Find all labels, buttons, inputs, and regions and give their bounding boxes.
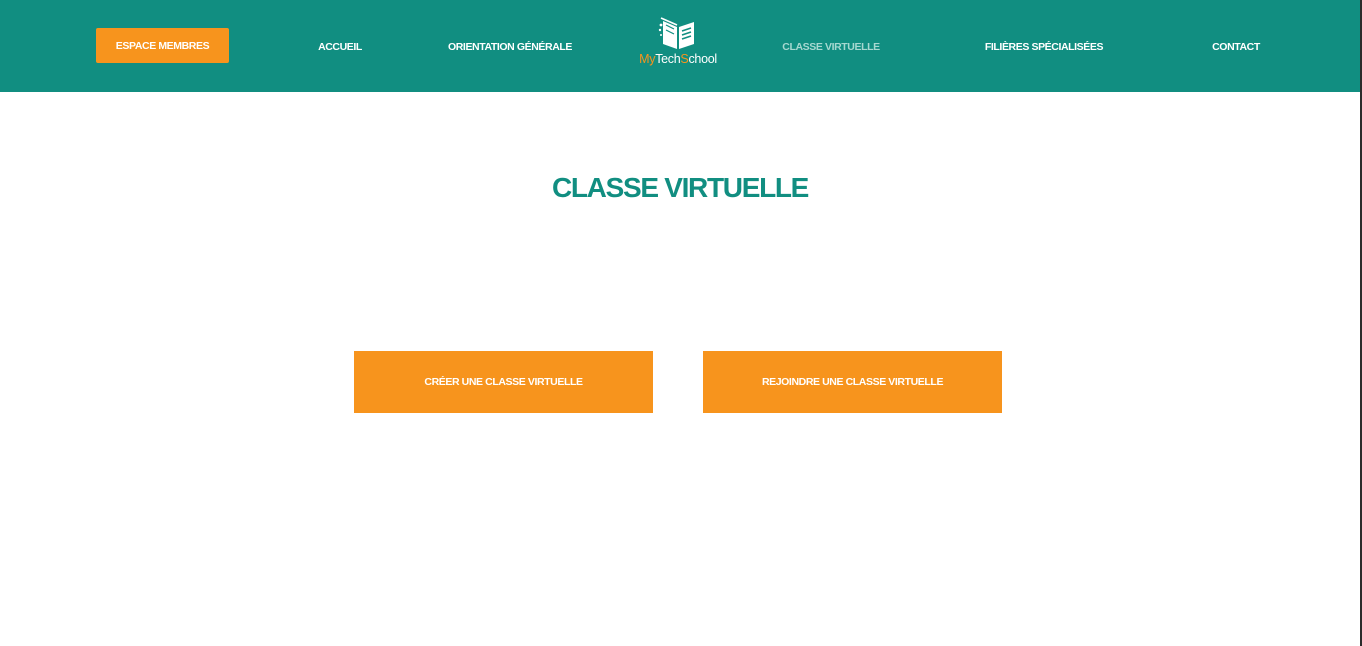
create-virtual-class-button[interactable]: CRÉER UNE CLASSE VIRTUELLE [354,351,653,413]
nav-link-specialized[interactable]: FILIÈRES SPÉCIALISÉES [985,40,1104,54]
nav-link-orientation[interactable]: ORIENTATION GÉNÉRALE [448,40,572,54]
logo-text-tech: Tech [655,52,681,66]
nav-link-home[interactable]: ACCUEIL [318,40,362,54]
members-area-button[interactable]: ESPACE MEMBRES [96,28,229,63]
nav-link-virtual-class[interactable]: CLASSE VIRTUELLE [782,40,880,54]
logo-text-my: My [639,52,656,66]
site-header: ESPACE MEMBRES ACCUEIL ORIENTATION GÉNÉR… [0,0,1360,92]
book-icon [658,17,694,49]
site-logo[interactable]: MyTechSchool [631,16,725,70]
page-title: CLASSE VIRTUELLE [551,172,809,203]
logo-text-chool: chool [688,52,717,66]
nav-link-contact[interactable]: CONTACT [1212,40,1260,54]
logo-wordmark: MyTechSchool [631,52,725,66]
join-virtual-class-button[interactable]: REJOINDRE UNE CLASSE VIRTUELLE [703,351,1002,413]
